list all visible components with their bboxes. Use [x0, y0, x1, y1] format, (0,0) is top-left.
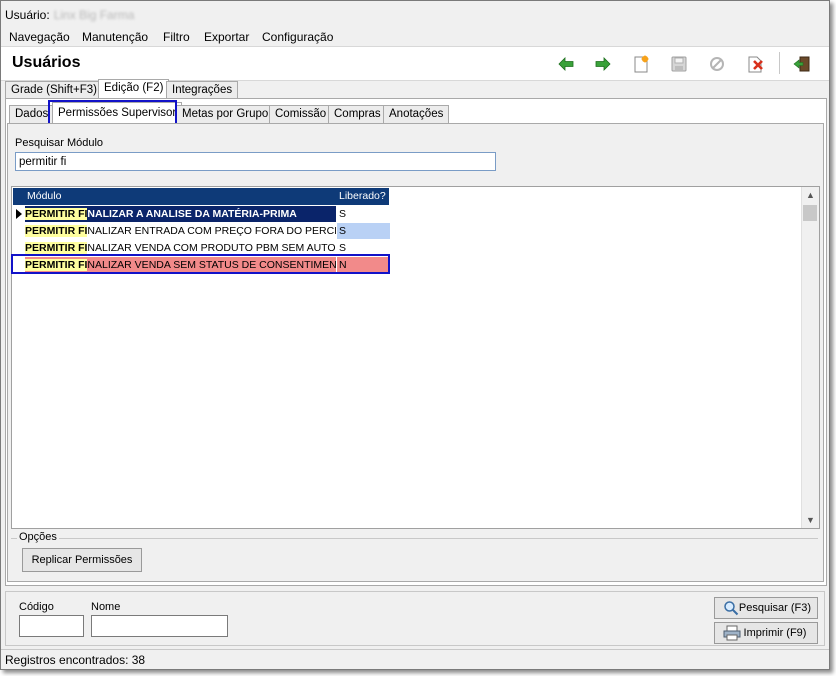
- print-button[interactable]: Imprimir (F9): [714, 622, 818, 644]
- column-liberado[interactable]: Liberado?: [339, 190, 386, 202]
- tab-edicao[interactable]: Edição (F2): [98, 79, 170, 99]
- menu-navegacao[interactable]: Navegação: [9, 30, 70, 44]
- tab-integracoes[interactable]: Integrações: [166, 81, 239, 99]
- scroll-down-icon[interactable]: ▼: [802, 515, 819, 525]
- grid-scrollbar[interactable]: ▲ ▼: [801, 187, 819, 528]
- delete-icon[interactable]: [745, 54, 765, 74]
- column-modulo[interactable]: Módulo: [27, 190, 61, 202]
- name-input[interactable]: [91, 615, 228, 637]
- status-text: Registros encontrados: 38: [5, 653, 146, 667]
- title-bar: Usuários: [1, 46, 829, 81]
- tab-comissao[interactable]: Comissão: [269, 105, 333, 123]
- menu-manutencao[interactable]: Manutenção: [82, 30, 148, 44]
- grid-header: Módulo Liberado?: [13, 188, 389, 205]
- user-label: Usuário:: [5, 8, 50, 22]
- tab-grade[interactable]: Grade (Shift+F3): [5, 81, 103, 99]
- magnifier-icon: [723, 600, 739, 623]
- tab-anotacoes[interactable]: Anotações: [383, 105, 450, 123]
- user-line: Usuário: Linx Big Farma: [5, 8, 134, 22]
- scroll-thumb[interactable]: [803, 205, 817, 221]
- match-highlight: PERMITIR FI: [25, 242, 88, 254]
- options-label: Opções: [17, 531, 59, 543]
- match-highlight: PERMITIR FI: [25, 225, 88, 237]
- cell-modulo-rest: NALIZAR A ANALISE DA MATÉRIA-PRIMA: [87, 208, 297, 220]
- search-button-label: Pesquisar (F3): [738, 602, 812, 614]
- page-title: Usuários: [12, 54, 81, 71]
- cell-modulo: PERMITIR FINALIZAR ENTRADA COM PREÇO FOR…: [25, 223, 336, 239]
- toolbar-separator: [779, 52, 780, 74]
- cell-modulo-rest: NALIZAR ENTRADA COM PREÇO FORA DO PERCEN…: [87, 225, 336, 237]
- row-callout-box: [11, 254, 390, 274]
- tab-metas-por-grupo[interactable]: Metas por Grupo: [176, 105, 275, 123]
- exit-icon[interactable]: [792, 54, 812, 74]
- match-highlight: PERMITIR FI: [25, 208, 88, 220]
- arrow-left-icon[interactable]: [556, 54, 576, 74]
- menu-configuracao[interactable]: Configuração: [262, 30, 333, 44]
- cell-liberado[interactable]: S: [337, 223, 390, 239]
- new-document-icon[interactable]: [631, 54, 651, 74]
- modules-grid: Módulo Liberado? PERMITIR FINALIZAR A AN…: [11, 186, 820, 529]
- table-row[interactable]: PERMITIR FINALIZAR ENTRADA COM PREÇO FOR…: [13, 223, 390, 239]
- menu-filtro[interactable]: Filtro: [163, 30, 190, 44]
- tab-compras[interactable]: Compras: [328, 105, 387, 123]
- save-icon[interactable]: [669, 54, 689, 74]
- row-indicator: [13, 223, 25, 239]
- menu-exportar[interactable]: Exportar: [204, 30, 249, 44]
- printer-icon: [723, 625, 741, 648]
- user-name: Linx Big Farma: [53, 8, 135, 22]
- cell-modulo: PERMITIR FINALIZAR A ANALISE DA MATÉRIA-…: [25, 206, 336, 222]
- search-button[interactable]: Pesquisar (F3): [714, 597, 818, 619]
- scroll-up-icon[interactable]: ▲: [802, 190, 819, 200]
- search-label: Pesquisar Módulo: [15, 137, 104, 149]
- print-button-label: Imprimir (F9): [743, 627, 807, 639]
- search-input[interactable]: [15, 152, 496, 171]
- status-bar: Registros encontrados: 38: [1, 649, 829, 670]
- cancel-icon[interactable]: [707, 54, 727, 74]
- replicate-permissions-button[interactable]: Replicar Permissões: [22, 548, 142, 572]
- cell-modulo-rest: NALIZAR VENDA COM PRODUTO PBM SEM AUTORI…: [87, 242, 336, 254]
- arrow-right-icon[interactable]: [593, 54, 613, 74]
- code-label: Código: [19, 601, 54, 613]
- table-row[interactable]: PERMITIR FINALIZAR A ANALISE DA MATÉRIA-…: [13, 206, 390, 222]
- name-label: Nome: [91, 601, 121, 613]
- current-row-arrow-icon: [13, 206, 25, 222]
- code-input[interactable]: [19, 615, 84, 637]
- main-window: Usuário: Linx Big Farma Navegação Manuten…: [0, 0, 830, 670]
- cell-liberado[interactable]: S: [337, 206, 390, 222]
